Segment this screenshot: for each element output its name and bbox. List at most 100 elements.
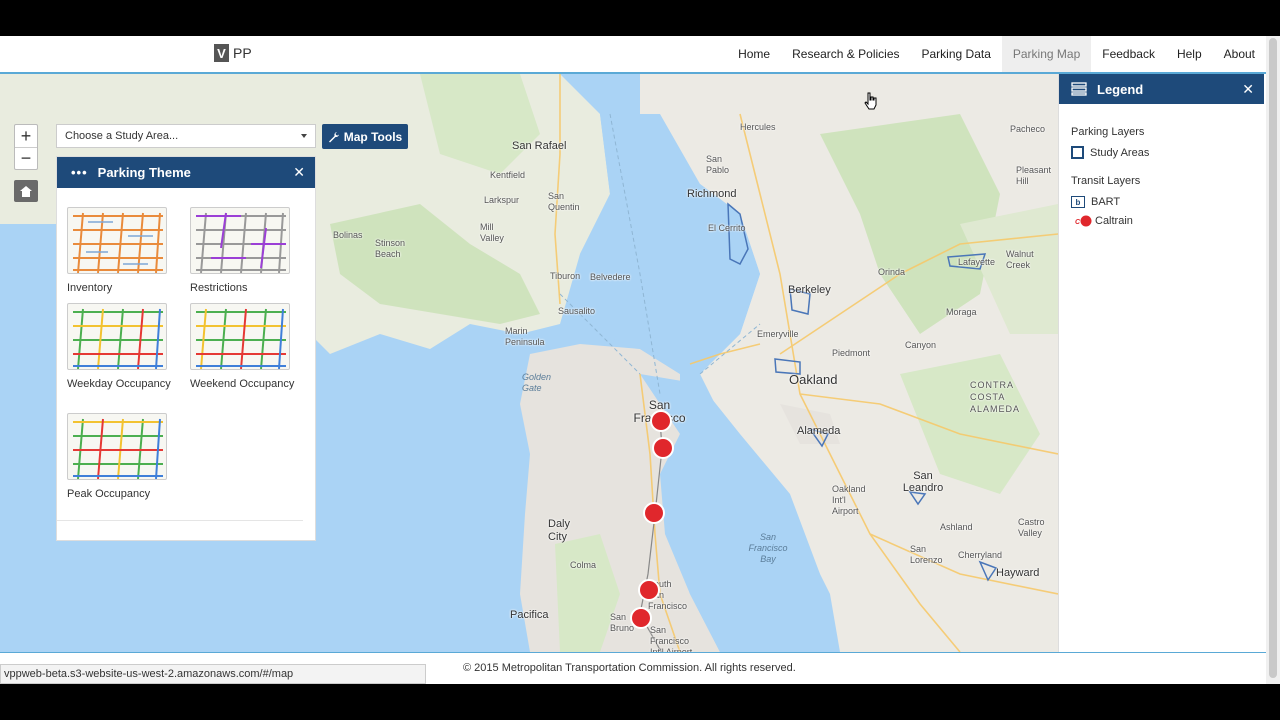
nav-research-policies[interactable]: Research & Policies [781, 36, 910, 72]
map-label-canyon: Canyon [905, 340, 937, 350]
caltrain-station-marker[interactable] [652, 437, 674, 459]
theme-inventory[interactable]: Inventory [67, 207, 177, 296]
map-label-san-lorenzo: San Lorenzo [910, 544, 943, 565]
wrench-icon [328, 131, 339, 142]
study-areas-toggle[interactable]: Study Areas [1071, 146, 1149, 159]
map-label-san-rafael: San Rafael [512, 140, 567, 152]
status-bar-url: vppweb-beta.s3-website-us-west-2.amazona… [0, 664, 426, 684]
zoom-out-button[interactable]: − [15, 147, 37, 169]
map-label-orinda: Orinda [878, 267, 906, 277]
transit-layers-heading: Transit Layers [1071, 175, 1141, 187]
study-area-select-value: Choose a Study Area... [65, 130, 179, 142]
map-label-moraga: Moraga [946, 307, 977, 317]
caltrain-label: Caltrain [1095, 215, 1133, 227]
map-tools-label: Map Tools [343, 129, 403, 144]
map-label-mill-valley: Mill Valley [480, 222, 504, 243]
zoom-control: + − [14, 124, 38, 170]
scrollbar-thumb[interactable] [1269, 38, 1277, 678]
close-icon[interactable]: ✕ [1242, 81, 1254, 98]
nav-help[interactable]: Help [1166, 36, 1213, 72]
legend-title: Legend [1097, 81, 1144, 97]
chevron-down-icon [301, 134, 307, 138]
legend-header: Legend ✕ [1059, 74, 1264, 104]
bart-layer[interactable]: b BART [1071, 196, 1120, 208]
map-label-bolinas: Bolinas [333, 230, 363, 240]
app-logo[interactable]: V PP [214, 44, 252, 62]
weekend-occupancy-thumbnail [190, 303, 290, 370]
map-label-el-cerrito: El Cerrito [708, 223, 746, 233]
map-label-hayward: Hayward [996, 567, 1040, 579]
map-label-larkspur: Larkspur [484, 195, 520, 205]
page-scrollbar[interactable] [1266, 36, 1280, 684]
parking-theme-panel: ••• Parking Theme ✕ Inventory Restrictio… [56, 156, 316, 541]
nav-parking-map[interactable]: Parking Map [1001, 36, 1092, 72]
theme-inventory-label: Inventory [67, 282, 113, 294]
map-label-sf-bay: San Francisco Bay [748, 532, 788, 564]
caltrain-layer[interactable]: C Caltrain [1071, 215, 1133, 227]
bart-label: BART [1091, 196, 1121, 208]
study-areas-label: Study Areas [1090, 146, 1150, 159]
layers-icon [1071, 82, 1087, 96]
theme-peak-occupancy-label: Peak Occupancy [67, 488, 151, 500]
theme-peak-occupancy[interactable]: Peak Occupancy [67, 413, 177, 502]
home-extent-button[interactable] [14, 180, 38, 202]
caltrain-station-marker[interactable] [650, 410, 672, 432]
map-label-colma: Colma [570, 560, 597, 570]
map-label-san-quentin: San Quentin [548, 191, 580, 212]
theme-weekend-occupancy-label: Weekend Occupancy [190, 378, 295, 390]
browser-viewport: V PP Home Research & Policies Parking Da… [0, 36, 1280, 684]
theme-panel-footer [57, 520, 303, 540]
theme-restrictions[interactable]: Restrictions [190, 207, 300, 296]
menu-dots-icon[interactable]: ••• [71, 165, 88, 180]
hand-cursor-icon [864, 92, 877, 110]
nav-about[interactable]: About [1213, 36, 1266, 72]
caltrain-station-marker[interactable] [638, 579, 660, 601]
copyright-text: © 2015 Metropolitan Transportation Commi… [463, 662, 796, 674]
theme-weekday-occupancy[interactable]: Weekday Occupancy [67, 303, 177, 392]
bart-icon: b [1071, 196, 1085, 208]
map-label-piedmont: Piedmont [832, 348, 871, 358]
restrictions-thumbnail [190, 207, 290, 274]
map-label-pacheco: Pacheco [1010, 124, 1046, 134]
map-label-oakland: Oakland [789, 372, 838, 387]
map-label-sfo: San Francisco Int'l Airport [650, 625, 693, 652]
caltrain-station-marker[interactable] [630, 607, 652, 629]
map-label-lafayette: Lafayette [958, 257, 996, 267]
map-label-walnut-creek: Walnut Creek [1006, 249, 1034, 270]
zoom-in-button[interactable]: + [15, 125, 37, 147]
map-label-richmond: Richmond [687, 188, 737, 200]
theme-weekend-occupancy[interactable]: Weekend Occupancy [190, 303, 300, 392]
map-label-ashland: Ashland [940, 522, 973, 532]
parking-theme-header: ••• Parking Theme ✕ [57, 157, 315, 188]
nav-links: Home Research & Policies Parking Data Pa… [727, 36, 1266, 72]
theme-restrictions-label: Restrictions [190, 282, 248, 294]
parking-theme-title: Parking Theme [97, 165, 191, 180]
study-areas-checkbox[interactable] [1071, 146, 1084, 159]
caltrain-icon: C [1075, 215, 1092, 227]
map-label-emeryville: Emeryville [757, 329, 799, 339]
svg-text:b: b [1076, 198, 1081, 207]
top-navbar: V PP Home Research & Policies Parking Da… [0, 36, 1266, 74]
map-label-tiburon: Tiburon [550, 271, 581, 281]
theme-weekday-occupancy-label: Weekday Occupancy [67, 378, 171, 390]
map-label-pleasant-hill: Pleasant Hill [1016, 165, 1052, 186]
nav-parking-data[interactable]: Parking Data [911, 36, 1002, 72]
nav-feedback[interactable]: Feedback [1091, 36, 1166, 72]
nav-home[interactable]: Home [727, 36, 781, 72]
logo-text: PP [233, 45, 252, 61]
close-icon[interactable]: ✕ [293, 164, 305, 181]
map-label-cherryland: Cherryland [958, 550, 1003, 560]
map-label-marin-peninsula: Marin Peninsula [505, 326, 545, 347]
map-label-berkeley: Berkeley [788, 284, 831, 296]
map-label-kentfield: Kentfield [490, 170, 526, 180]
map-tools-button[interactable]: Map Tools [322, 124, 408, 149]
map-label-daly-city: Daly City [548, 518, 571, 543]
peak-occupancy-thumbnail [67, 413, 167, 480]
map-label-stinson-beach: Stinson Beach [375, 238, 406, 259]
study-area-select[interactable]: Choose a Study Area... [56, 124, 316, 148]
caltrain-station-marker[interactable] [643, 502, 665, 524]
map-label-sausalito: Sausalito [558, 306, 596, 316]
home-icon [20, 185, 32, 197]
map-label-hercules: Hercules [740, 122, 776, 132]
map-label-san-pablo: San Pablo [706, 154, 730, 175]
